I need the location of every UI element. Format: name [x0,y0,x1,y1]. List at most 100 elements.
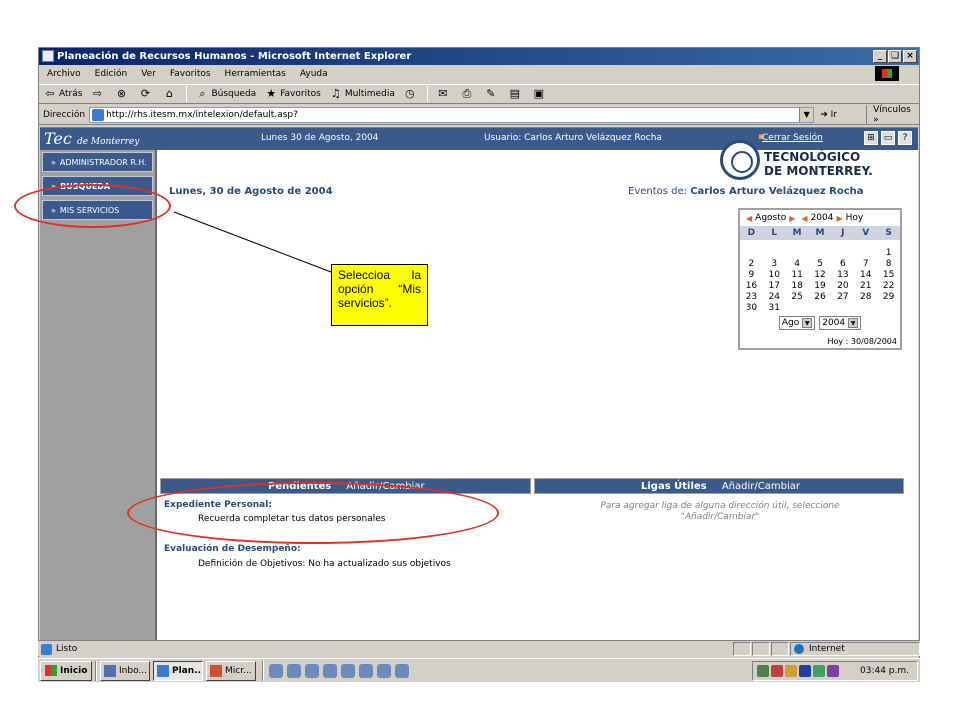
calendar-day[interactable]: 17 [763,281,786,292]
messenger-button[interactable]: ▣ [532,87,548,101]
menu-ayuda[interactable]: Ayuda [300,69,328,79]
calendar-day[interactable]: 20 [831,281,854,292]
calendar-day[interactable]: 15 [877,270,900,281]
quick-launch-app-icon[interactable] [395,663,409,678]
calendar-day[interactable]: 1 [877,248,900,259]
close-button[interactable]: × [903,50,917,63]
taskbar: Inicio Inbo... Plan... Micr... 03:44 p.m… [38,658,920,682]
menu-archivo[interactable]: Archivo [47,69,81,79]
task-planeacion[interactable]: Plan... [153,660,203,681]
calendar-day[interactable]: 16 [740,281,763,292]
quick-launch-desktop-icon[interactable] [287,663,301,678]
calendar-day[interactable]: 12 [809,270,832,281]
tray-icon[interactable] [813,665,825,677]
quick-launch-app-icon[interactable] [305,663,319,678]
double-chevron-icon: » [51,158,56,167]
restore-button[interactable]: ❑ [888,50,902,63]
calendar-day[interactable]: 23 [740,292,763,303]
calendar-day[interactable]: 19 [809,281,832,292]
weekday-label: S [885,228,892,238]
tray-icon[interactable] [785,665,797,677]
menu-herramientas[interactable]: Herramientas [225,69,286,79]
calendar-day[interactable]: 27 [831,292,854,303]
discuss-button[interactable]: ▤ [508,87,524,101]
calendar-day[interactable]: 11 [786,270,809,281]
calendar-day[interactable]: 10 [763,270,786,281]
calendar-day[interactable]: 6 [831,259,854,270]
calendar-day[interactable]: 14 [854,270,877,281]
calendar-day[interactable]: 3 [763,259,786,270]
minimize-button[interactable]: _ [873,50,887,63]
ligas-action-link[interactable]: Añadir/Cambiar [722,481,800,492]
menu-favoritos[interactable]: Favoritos [170,69,211,79]
nav-item-administrador[interactable]: » ADMINISTRADOR R.H. [42,152,153,172]
calendar-day[interactable]: 13 [831,270,854,281]
calendar-day[interactable]: 30 [740,303,763,314]
tray-icon[interactable] [757,665,769,677]
calendar-day[interactable]: 8 [877,259,900,270]
calendar-day[interactable]: 22 [877,281,900,292]
evaluacion-item[interactable]: Definición de Objetivos: No ha actualiza… [198,559,451,569]
refresh-button[interactable]: ⟳ [138,87,154,101]
calendar-day[interactable]: 21 [854,281,877,292]
address-bar: Dirección http://rhs.itesm.mx/intelexion… [39,104,919,125]
calendar-day[interactable]: 24 [763,292,786,303]
links-button[interactable]: Vínculos » [866,104,919,125]
tray-icon[interactable] [799,665,811,677]
nav-item-mis-servicios[interactable]: » MIS SERVICIOS [42,200,153,220]
go-button[interactable]: ➜ Ir [820,110,860,120]
nav-item-busqueda[interactable]: » BUSQUEDA [42,176,153,196]
multimedia-button[interactable]: ♫ Multimedia [329,87,395,101]
address-dropdown-icon[interactable]: ▼ [799,107,814,122]
expediente-item[interactable]: Recuerda completar tus datos personales [198,514,385,524]
tray-icon[interactable] [827,665,839,677]
prev-year-icon[interactable]: ◀ [801,214,807,223]
favorites-button[interactable]: ★ Favoritos [264,87,321,101]
calendar-day[interactable]: 4 [786,259,809,270]
calendar-empty-cell [854,248,877,259]
tray-icon[interactable] [771,665,783,677]
stop-button[interactable]: ⊗ [114,87,130,101]
calendar-day[interactable]: 7 [854,259,877,270]
taskbar-divider [95,660,97,681]
multimedia-label: Multimedia [344,89,395,99]
back-button[interactable]: ⇦ Atrás [43,87,82,101]
calendar-day[interactable]: 9 [740,270,763,281]
calendar-day[interactable]: 25 [786,292,809,303]
quick-launch-app-icon[interactable] [341,663,355,678]
calendar-day[interactable]: 18 [786,281,809,292]
calendar-day[interactable]: 26 [809,292,832,303]
forward-button[interactable]: ⇨ [90,87,106,101]
task-inbox[interactable]: Inbo... [100,660,150,681]
calendar-day[interactable]: 31 [763,303,786,314]
quick-launch-app-icon[interactable] [377,663,391,678]
start-button[interactable]: Inicio [40,660,92,681]
year-select[interactable]: 2004 ▼ [819,316,862,330]
quick-launch-ie-icon[interactable] [269,663,283,678]
calendar-day[interactable]: 2 [740,259,763,270]
next-month-icon[interactable]: ▶ [789,214,795,223]
quick-launch-app-icon[interactable] [323,663,337,678]
calendar-day[interactable]: 28 [854,292,877,303]
pendientes-action-link[interactable]: Añadir/Cambiar [346,481,424,492]
prev-month-icon[interactable]: ◀ [746,214,752,223]
print-button[interactable]: ⎙ [460,87,476,101]
history-button[interactable]: ◷ [403,87,419,101]
window-icon[interactable]: ▭ [881,131,895,145]
menu-ver[interactable]: Ver [141,69,156,79]
home-button[interactable]: ⌂ [162,87,178,101]
mail-button[interactable]: ✉ [436,87,452,101]
search-button[interactable]: ⌕ Búsqueda [195,87,256,101]
next-year-icon[interactable]: ▶ [836,214,842,223]
quick-launch-app-icon[interactable] [359,663,373,678]
menu-edicion[interactable]: Edición [95,69,128,79]
month-select[interactable]: Ago ▼ [778,316,816,330]
calendar-today-link[interactable]: Hoy [846,213,864,223]
help-icon[interactable]: ? [898,131,912,145]
calendar-day[interactable]: 5 [809,259,832,270]
edit-button[interactable]: ✎ [484,87,500,101]
calendar-day[interactable]: 29 [877,292,900,303]
address-input[interactable]: http://rhs.itesm.mx/intelexion/default.a… [89,106,815,123]
task-microsoft[interactable]: Micr... [206,660,256,681]
status-cell [752,641,770,656]
